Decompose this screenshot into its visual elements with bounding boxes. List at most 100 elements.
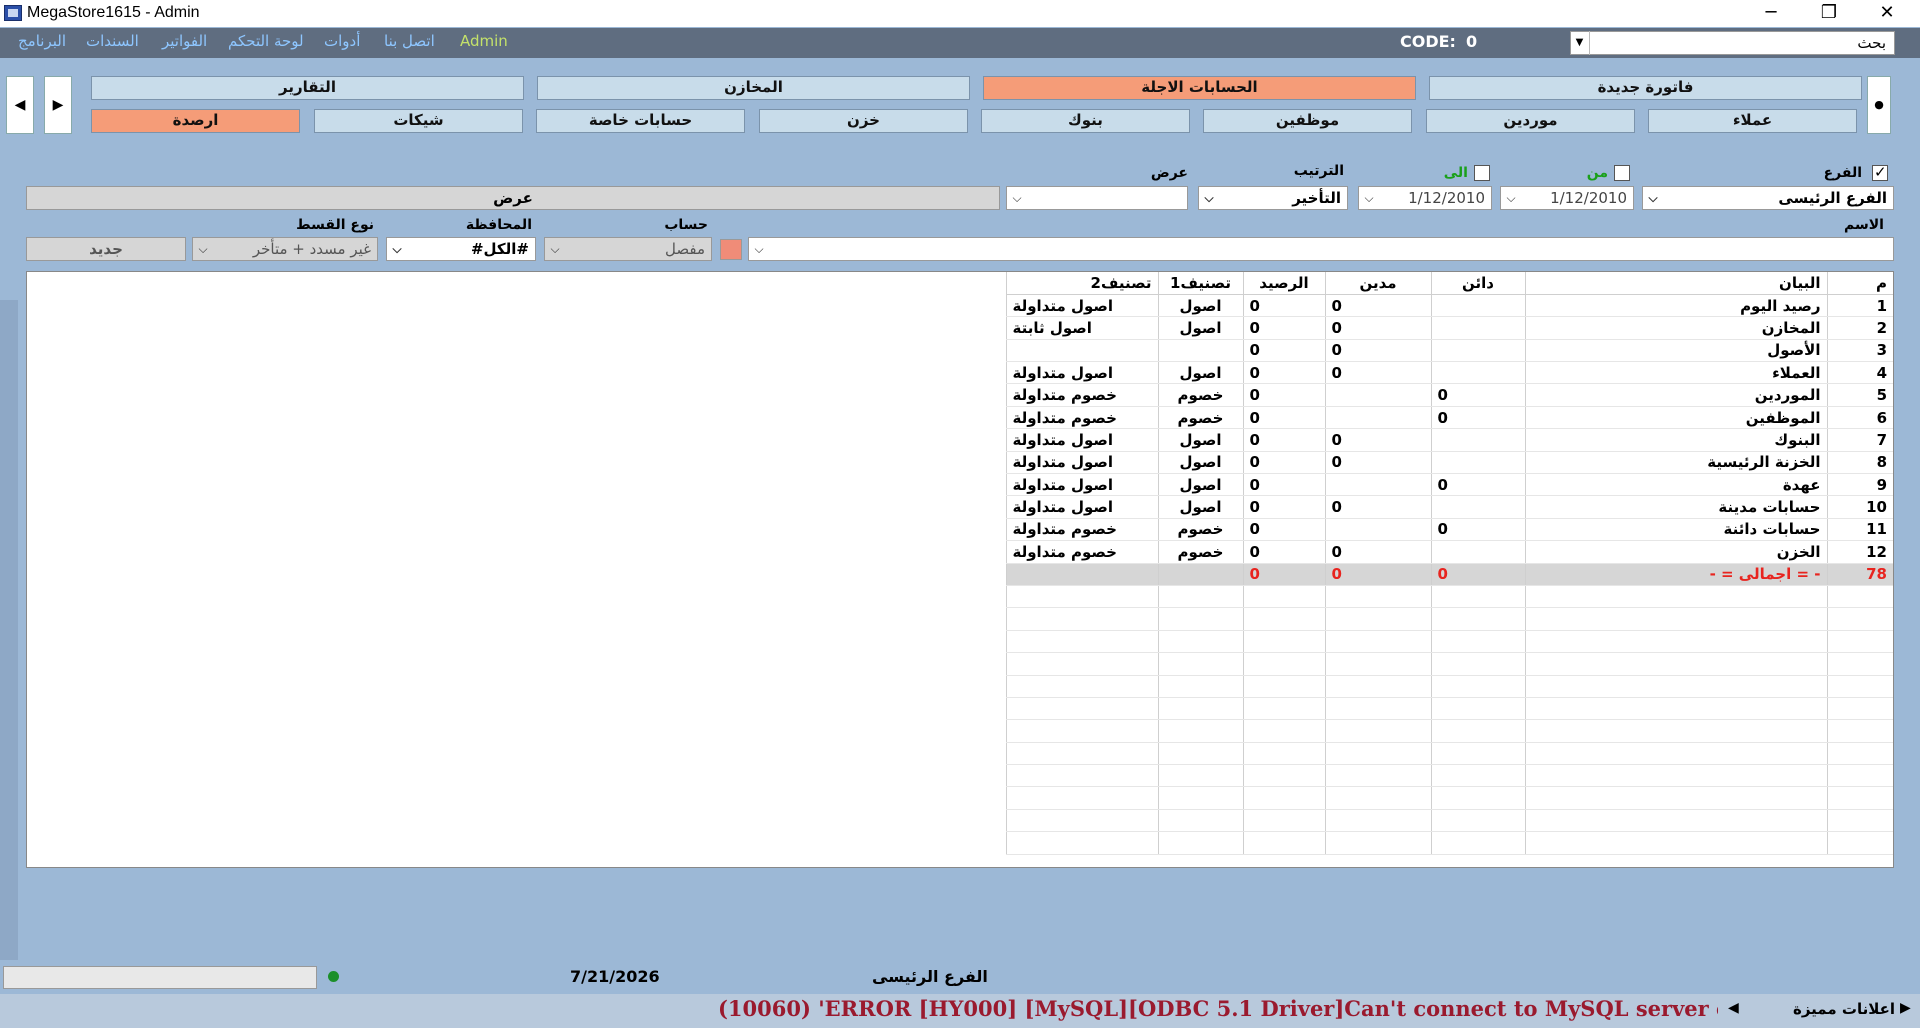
- cell-class2: [1005, 563, 1158, 586]
- branch-checkbox[interactable]: [1872, 163, 1888, 181]
- tab-new-invoice[interactable]: فاتورة جديدة: [1429, 76, 1862, 100]
- menu-program[interactable]: البرنامج: [18, 32, 66, 50]
- header-balance[interactable]: الرصيد: [1242, 272, 1325, 295]
- empty-cell: [1826, 652, 1893, 676]
- from-checkbox[interactable]: [1614, 165, 1630, 181]
- new-button[interactable]: جديد: [26, 237, 186, 261]
- tab-safes[interactable]: خزن: [759, 109, 968, 133]
- minimize-button[interactable]: ─: [1742, 0, 1800, 27]
- close-button[interactable]: ✕: [1858, 0, 1916, 27]
- search-input[interactable]: بحث: [1570, 31, 1895, 55]
- table-row[interactable]: 10 حسابات مدينة 0 0 اصول اصول متداولة: [1005, 495, 1893, 519]
- header-credit[interactable]: دائن: [1430, 272, 1525, 295]
- tab-special-accounts[interactable]: حسابات خاصة: [536, 109, 745, 133]
- menu-vouchers[interactable]: السندات: [86, 32, 139, 50]
- header-class2[interactable]: تصنيف2: [1005, 272, 1158, 295]
- header-class1[interactable]: تصنيف1: [1157, 272, 1243, 295]
- governorate-select[interactable]: ⌵ #الكل#: [386, 237, 536, 261]
- restore-button[interactable]: ❐: [1800, 0, 1858, 27]
- view-select[interactable]: ⌵: [1006, 186, 1188, 210]
- menu-invoices[interactable]: الفواتير: [162, 32, 207, 50]
- bullet-button[interactable]: ●: [1867, 76, 1891, 134]
- empty-cell: [1005, 786, 1158, 810]
- status-input[interactable]: [3, 966, 317, 989]
- to-date-field[interactable]: ⌵ 1/12/2010: [1358, 186, 1492, 210]
- tab-deferred-accounts[interactable]: الحسابات الاجلة: [983, 76, 1416, 100]
- header-index[interactable]: م: [1826, 272, 1893, 295]
- chevron-down-icon: ⌵: [392, 242, 402, 256]
- ticker-message: (10060) 'ERROR [HY000] [MySQL][ODBC 5.1 …: [718, 996, 1718, 1021]
- color-swatch[interactable]: [720, 239, 742, 260]
- tab-suppliers[interactable]: موردين: [1426, 109, 1635, 133]
- table-row[interactable]: 2 المخازن 0 0 اصول اصول ثابتة: [1005, 316, 1893, 340]
- cell-description: حسابات دائنة: [1524, 518, 1827, 542]
- table-row[interactable]: 12 الخزن 0 0 خصوم خصوم متداولة: [1005, 540, 1893, 564]
- empty-cell: [1242, 652, 1325, 676]
- empty-cell: [1826, 697, 1893, 721]
- ticker-left-arrow-icon[interactable]: ◀: [1728, 1000, 1739, 1016]
- from-date-field[interactable]: ⌵ 1/12/2010: [1500, 186, 1634, 210]
- view-button[interactable]: عرض: [26, 186, 1000, 210]
- table-row[interactable]: 3 الأصول 0 0: [1005, 339, 1893, 363]
- branch-select[interactable]: ⌵ الفرع الرئيسى: [1642, 186, 1894, 210]
- table-total-row[interactable]: 78- = اجمالى = -000: [1005, 563, 1893, 586]
- table-row[interactable]: 11 حسابات دائنة 0 0 خصوم خصوم متداولة: [1005, 518, 1893, 542]
- ads-label: اعلانات مميزة: [1793, 1000, 1895, 1018]
- name-field[interactable]: ⌵: [748, 237, 1894, 261]
- empty-cell: [1157, 630, 1243, 654]
- header-description[interactable]: البيان: [1524, 272, 1827, 295]
- empty-row: [1005, 786, 1893, 810]
- tab-balances[interactable]: ارصدة: [91, 109, 300, 133]
- empty-cell: [1005, 607, 1158, 631]
- tab-employees[interactable]: موظفين: [1203, 109, 1412, 133]
- tab-stores[interactable]: المخازن: [537, 76, 970, 100]
- tab-checks[interactable]: شيكات: [314, 109, 523, 133]
- table-row[interactable]: 6 الموظفين 0 0 خصوم خصوم متداولة: [1005, 406, 1893, 430]
- cell-description: الخزن: [1524, 540, 1827, 564]
- table-row[interactable]: 4 العملاء 0 0 اصول اصول متداولة: [1005, 361, 1893, 385]
- empty-cell: [1005, 630, 1158, 654]
- header-debit[interactable]: مدين: [1324, 272, 1431, 295]
- chevron-down-icon[interactable]: ▼: [1570, 31, 1590, 55]
- cell-description: الأصول: [1524, 339, 1827, 363]
- cell-description: الخزنة الرئيسية: [1524, 451, 1827, 475]
- table-row[interactable]: 5 الموردين 0 0 خصوم خصوم متداولة: [1005, 383, 1893, 407]
- title-bar: MegaStore1615 - Admin ─ ❐ ✕: [0, 0, 1920, 27]
- cell-balance: 0: [1242, 428, 1325, 452]
- account-select[interactable]: ⌵ مفصل: [544, 237, 712, 261]
- cell-index: 11: [1826, 518, 1893, 542]
- menu-tools[interactable]: أدوات: [324, 32, 360, 50]
- cell-credit: [1430, 294, 1525, 318]
- cell-class1: خصوم: [1157, 383, 1243, 407]
- menu-admin[interactable]: Admin: [460, 32, 508, 50]
- cell-index: 9: [1826, 473, 1893, 497]
- cell-index: 3: [1826, 339, 1893, 363]
- tab-customers[interactable]: عملاء: [1648, 109, 1857, 133]
- cell-class2: خصوم متداولة: [1005, 540, 1158, 564]
- to-checkbox[interactable]: [1474, 165, 1490, 181]
- prev-arrow-button[interactable]: ◀: [6, 76, 34, 134]
- table-row[interactable]: 8 الخزنة الرئيسية 0 0 اصول اصول متداولة: [1005, 451, 1893, 475]
- window-title: MegaStore1615 - Admin: [27, 4, 200, 21]
- table-row[interactable]: 9 عهدة 0 0 اصول اصول متداولة: [1005, 473, 1893, 497]
- table-row[interactable]: 7 البنوك 0 0 اصول اصول متداولة: [1005, 428, 1893, 452]
- account-label: حساب: [664, 217, 708, 233]
- empty-cell: [1826, 719, 1893, 743]
- to-label: الى: [1443, 165, 1468, 181]
- installment-type-select[interactable]: ⌵ غير مسدد + متأخر: [192, 237, 378, 261]
- next-arrow-button[interactable]: ▶: [44, 76, 72, 134]
- empty-cell: [1157, 809, 1243, 833]
- cell-index: 7: [1826, 428, 1893, 452]
- tab-reports[interactable]: التقارير: [91, 76, 524, 100]
- empty-cell: [1324, 585, 1431, 609]
- empty-cell: [1524, 764, 1827, 788]
- sort-select[interactable]: ⌵ التأخير: [1198, 186, 1348, 210]
- cell-index: 10: [1826, 495, 1893, 519]
- ticker-right-arrow-icon[interactable]: ▶: [1900, 1000, 1911, 1016]
- empty-cell: [1157, 607, 1243, 631]
- menu-contact[interactable]: اتصل بنا: [384, 32, 435, 50]
- table-row[interactable]: 1 رصيد اليوم 0 0 اصول اصول متداولة: [1005, 294, 1893, 318]
- cell-index: 78: [1826, 563, 1893, 586]
- menu-dashboard[interactable]: لوحة التحكم: [228, 32, 304, 50]
- tab-banks[interactable]: بنوك: [981, 109, 1190, 133]
